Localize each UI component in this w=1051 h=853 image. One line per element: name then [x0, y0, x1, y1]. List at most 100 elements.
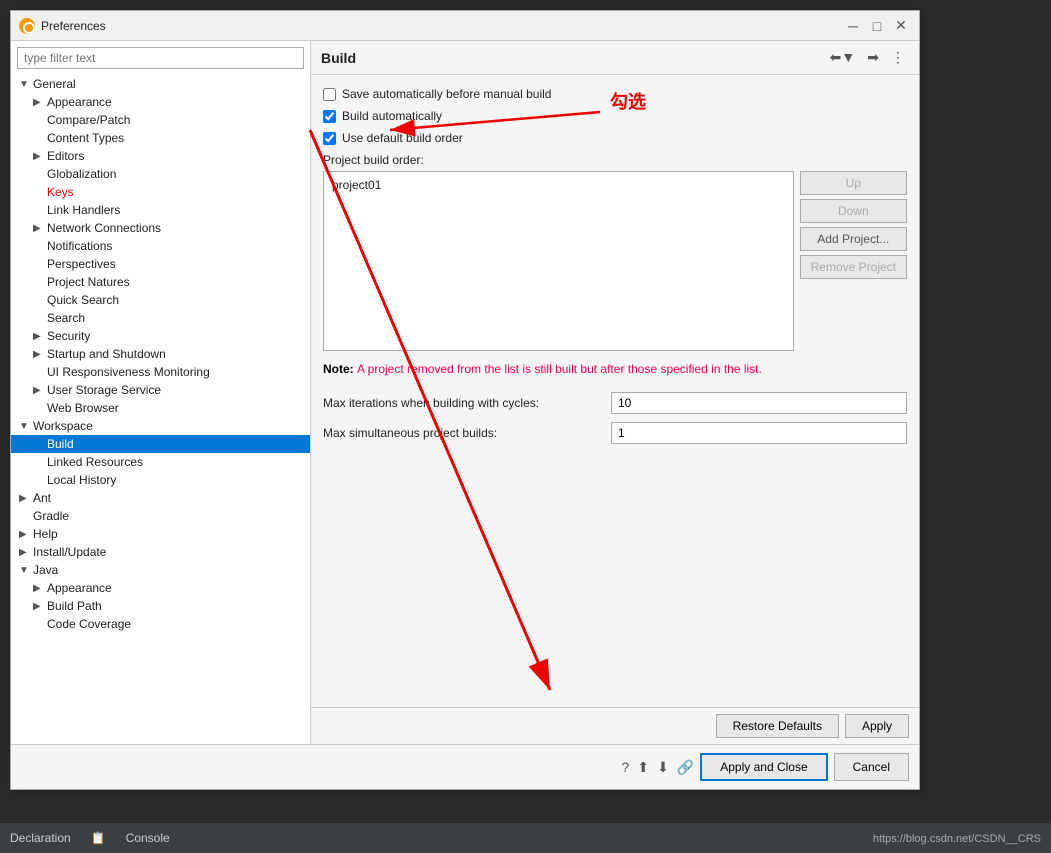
add-project-button[interactable]: Add Project...: [800, 227, 907, 251]
build-path-arrow: ▶: [33, 601, 47, 612]
tree-container[interactable]: ▼ General ▶ Appearance Compare/Patch Con…: [11, 75, 310, 744]
nav-forward-button[interactable]: ➡: [863, 47, 883, 68]
java-label: Java: [33, 563, 58, 577]
java-appearance-label: Appearance: [47, 581, 112, 595]
up-button[interactable]: Up: [800, 171, 907, 195]
build-auto-checkbox[interactable]: [323, 110, 336, 123]
link-handlers-label: Link Handlers: [47, 203, 120, 217]
ui-responsiveness-label: UI Responsiveness Monitoring: [47, 365, 210, 379]
link-icon[interactable]: 🔗: [677, 759, 694, 776]
sidebar-item-editors[interactable]: ▶ Editors: [11, 147, 310, 165]
help-icon[interactable]: ?: [622, 759, 630, 775]
user-storage-arrow: ▶: [33, 385, 47, 396]
sidebar-item-linked-resources[interactable]: Linked Resources: [11, 453, 310, 471]
sidebar-item-notifications[interactable]: Notifications: [11, 237, 310, 255]
save-auto-checkbox[interactable]: [323, 88, 336, 101]
sidebar-item-local-history[interactable]: Local History: [11, 471, 310, 489]
sidebar-item-help[interactable]: ▶ Help: [11, 525, 310, 543]
sidebar-item-install-update[interactable]: ▶ Install/Update: [11, 543, 310, 561]
max-iterations-input[interactable]: [611, 392, 907, 414]
sidebar-item-keys[interactable]: Keys: [11, 183, 310, 201]
down-button[interactable]: Down: [800, 199, 907, 223]
sidebar-item-workspace[interactable]: ▼ Workspace: [11, 417, 310, 435]
action-bar: Restore Defaults Apply: [311, 707, 919, 744]
minimize-button[interactable]: ─: [843, 16, 863, 36]
sidebar-item-code-coverage[interactable]: Code Coverage: [11, 615, 310, 633]
max-simultaneous-input[interactable]: [611, 422, 907, 444]
network-arrow: ▶: [33, 223, 47, 234]
sidebar-item-ant[interactable]: ▶ Ant: [11, 489, 310, 507]
use-default-checkbox[interactable]: [323, 132, 336, 145]
declaration-tab[interactable]: Declaration: [10, 831, 71, 845]
notifications-label: Notifications: [47, 239, 112, 253]
note-row: Note: A project removed from the list is…: [323, 361, 907, 378]
sidebar-item-perspectives[interactable]: Perspectives: [11, 255, 310, 273]
nav-back-button[interactable]: ⬅▼: [826, 47, 860, 68]
sidebar-item-build[interactable]: Build: [11, 435, 310, 453]
linked-resources-label: Linked Resources: [47, 455, 143, 469]
sidebar-item-compare-patch[interactable]: Compare/Patch: [11, 111, 310, 129]
project-natures-label: Project Natures: [47, 275, 130, 289]
sidebar-item-link-handlers[interactable]: Link Handlers: [11, 201, 310, 219]
max-iterations-row: Max iterations when building with cycles…: [323, 392, 907, 414]
use-default-label: Use default build order: [342, 131, 463, 145]
apply-button[interactable]: Apply: [845, 714, 909, 738]
workspace-label: Workspace: [33, 419, 93, 433]
workspace-arrow: ▼: [19, 421, 33, 432]
sidebar-item-project-natures[interactable]: Project Natures: [11, 273, 310, 291]
ide-url: https://blog.csdn.net/CSDN__CRS: [873, 833, 1041, 845]
sidebar-item-gradle[interactable]: Gradle: [11, 507, 310, 525]
project-item: project01: [328, 176, 789, 194]
right-panel: Build ⬅▼ ➡ ⋮ Save automatically before m…: [311, 41, 919, 744]
sidebar-item-java-appearance[interactable]: ▶ Appearance: [11, 579, 310, 597]
project-list[interactable]: project01: [323, 171, 794, 351]
build-label: Build: [47, 437, 74, 451]
build-path-label: Build Path: [47, 599, 102, 613]
sidebar-item-globalization[interactable]: Globalization: [11, 165, 310, 183]
remove-project-button[interactable]: Remove Project: [800, 255, 907, 279]
filter-input[interactable]: [17, 47, 304, 69]
sidebar-item-appearance[interactable]: ▶ Appearance: [11, 93, 310, 111]
sidebar-item-build-path[interactable]: ▶ Build Path: [11, 597, 310, 615]
sidebar-item-quick-search[interactable]: Quick Search: [11, 291, 310, 309]
maximize-button[interactable]: □: [867, 16, 887, 36]
dialog-action-buttons: Apply and Close Cancel: [700, 753, 909, 781]
editors-label: Editors: [47, 149, 84, 163]
editors-arrow: ▶: [33, 151, 47, 162]
code-coverage-label: Code Coverage: [47, 617, 131, 631]
sidebar-item-web-browser[interactable]: Web Browser: [11, 399, 310, 417]
sidebar-item-startup-shutdown[interactable]: ▶ Startup and Shutdown: [11, 345, 310, 363]
export-icon[interactable]: ⬆: [637, 759, 649, 776]
sidebar-item-ui-responsiveness[interactable]: UI Responsiveness Monitoring: [11, 363, 310, 381]
note-text: A project removed from the list is still…: [357, 362, 762, 376]
build-order-area: project01 Up Down Add Project... Remove …: [323, 171, 907, 351]
cancel-button[interactable]: Cancel: [834, 753, 909, 781]
build-auto-row: Build automatically: [323, 109, 907, 123]
title-buttons: ─ □ ✕: [843, 16, 911, 36]
sidebar-item-search[interactable]: Search: [11, 309, 310, 327]
keys-label: Keys: [47, 185, 74, 199]
max-simultaneous-row: Max simultaneous project builds:: [323, 422, 907, 444]
close-button[interactable]: ✕: [891, 16, 911, 36]
restore-defaults-button[interactable]: Restore Defaults: [716, 714, 839, 738]
ant-label: Ant: [33, 491, 51, 505]
max-iterations-label: Max iterations when building with cycles…: [323, 396, 603, 410]
window-title: Preferences: [41, 19, 106, 33]
sidebar-item-network-connections[interactable]: ▶ Network Connections: [11, 219, 310, 237]
import-icon[interactable]: ⬇: [657, 759, 669, 776]
footer-icons: ? ⬆ ⬇ 🔗: [622, 759, 695, 776]
apply-and-close-button[interactable]: Apply and Close: [700, 753, 827, 781]
sidebar-item-security[interactable]: ▶ Security: [11, 327, 310, 345]
sidebar-item-content-types[interactable]: Content Types: [11, 129, 310, 147]
sidebar-item-general[interactable]: ▼ General: [11, 75, 310, 93]
console-tab[interactable]: Console: [126, 831, 170, 845]
note-label: Note:: [323, 362, 357, 376]
security-arrow: ▶: [33, 331, 47, 342]
sidebar-item-java[interactable]: ▼ Java: [11, 561, 310, 579]
build-auto-label: Build automatically: [342, 109, 442, 123]
sidebar: ▼ General ▶ Appearance Compare/Patch Con…: [11, 41, 311, 744]
nav-menu-button[interactable]: ⋮: [887, 47, 909, 68]
order-buttons: Up Down Add Project... Remove Project: [800, 171, 907, 351]
panel-header: Build ⬅▼ ➡ ⋮: [311, 41, 919, 75]
sidebar-item-user-storage[interactable]: ▶ User Storage Service: [11, 381, 310, 399]
